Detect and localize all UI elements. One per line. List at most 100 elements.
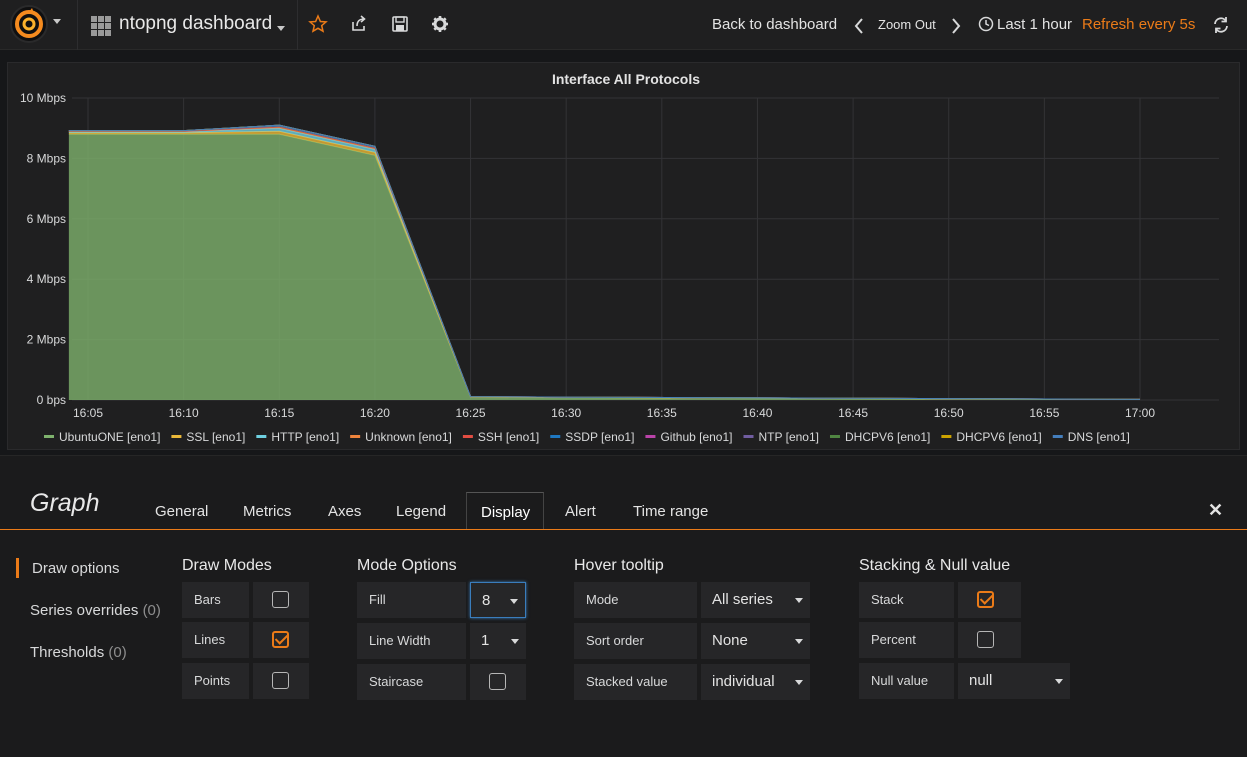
caret-down-icon — [510, 599, 518, 604]
sort-order-select[interactable]: None — [701, 623, 810, 659]
grafana-logo-button[interactable] — [10, 5, 48, 43]
save-icon[interactable] — [390, 14, 410, 34]
tooltip-mode-value: All series — [712, 591, 773, 608]
side-item-draw-options[interactable]: Draw options — [32, 560, 120, 577]
legend: UbuntuONE [eno1] SSL [eno1] HTTP [eno1] Unk… — [44, 430, 1130, 444]
checkbox-checked-icon — [272, 631, 289, 648]
x-tick-label: 16:10 — [169, 406, 199, 420]
legend-label: HTTP [eno1] — [271, 430, 339, 444]
close-editor-icon[interactable]: ✕ — [1208, 500, 1223, 521]
refresh-interval[interactable]: Refresh every 5s — [1082, 16, 1195, 33]
legend-label: DHCPV6 [eno1] — [845, 430, 930, 444]
lines-checkbox[interactable] — [253, 622, 309, 658]
top-navbar: ntopng dashboard Back to dashboard Zoom … — [0, 0, 1247, 50]
legend-label: SSH [eno1] — [478, 430, 539, 444]
star-icon[interactable] — [308, 14, 328, 34]
legend-label: SSDP [eno1] — [565, 430, 634, 444]
tab-axes[interactable]: Axes — [314, 492, 375, 530]
side-item-series-overrides[interactable]: Series overrides (0) — [30, 602, 161, 619]
logo-caret-icon[interactable] — [53, 19, 61, 24]
bars-checkbox[interactable] — [253, 582, 309, 618]
points-checkbox[interactable] — [253, 663, 309, 699]
nav-separator — [297, 0, 298, 50]
caret-down-icon — [795, 680, 803, 685]
percent-checkbox[interactable] — [958, 622, 1021, 658]
gear-icon[interactable] — [430, 14, 450, 34]
tab-legend[interactable]: Legend — [382, 492, 460, 530]
tab-time-range[interactable]: Time range — [619, 492, 722, 530]
clock-icon — [978, 16, 994, 32]
line-width-label: Line Width — [357, 623, 466, 659]
caret-down-icon — [511, 639, 519, 644]
tab-display[interactable]: Display — [466, 492, 544, 530]
chevron-right-icon[interactable] — [945, 16, 965, 36]
legend-swatch — [462, 435, 473, 438]
panel-title[interactable]: Interface All Protocols — [552, 71, 700, 87]
stack-label: Stack — [859, 582, 954, 618]
grafana-logo-icon — [15, 8, 43, 38]
caret-down-icon — [795, 598, 803, 603]
side-item-thresholds[interactable]: Thresholds (0) — [30, 644, 127, 661]
stack-checkbox[interactable] — [958, 582, 1021, 618]
chevron-left-icon[interactable] — [850, 16, 870, 36]
time-range-picker[interactable]: Last 1 hour — [997, 16, 1072, 33]
fill-select[interactable]: 8 — [470, 582, 526, 618]
x-tick-label: 16:20 — [360, 406, 390, 420]
tooltip-mode-select[interactable]: All series — [701, 582, 810, 618]
null-value-select[interactable]: null — [958, 663, 1070, 699]
points-label: Points — [182, 663, 249, 699]
checkbox-icon — [977, 631, 994, 648]
checkbox-icon — [272, 591, 289, 608]
legend-swatch — [171, 435, 182, 438]
graph-panel[interactable]: Interface All Protocols 0 bps 2 Mbps 4 Mbp… — [7, 62, 1240, 450]
legend-label: SSL [eno1] — [186, 430, 245, 444]
mode-options-title: Mode Options — [357, 557, 457, 574]
side-item-label: Thresholds — [30, 644, 105, 661]
legend-label: Github [eno1] — [660, 430, 732, 444]
back-to-dashboard-link[interactable]: Back to dashboard — [712, 16, 837, 33]
legend-label: DHCPV6 [eno1] — [956, 430, 1041, 444]
hover-tooltip-title: Hover tooltip — [574, 557, 664, 574]
x-tick-label: 16:55 — [1029, 406, 1059, 420]
legend-swatch — [44, 435, 54, 438]
x-tick-label: 16:45 — [838, 406, 868, 420]
legend-swatch — [743, 435, 754, 438]
legend-label: UbuntuONE [eno1] — [59, 430, 160, 444]
lines-label: Lines — [182, 622, 249, 658]
staircase-label: Staircase — [357, 664, 466, 700]
legend-label: DNS [eno1] — [1068, 430, 1130, 444]
line-width-value: 1 — [481, 632, 490, 649]
tab-general[interactable]: General — [141, 492, 222, 530]
side-item-label: Draw options — [32, 560, 120, 577]
checkbox-icon — [489, 673, 506, 690]
percent-label: Percent — [859, 622, 954, 658]
checkbox-checked-icon — [977, 591, 994, 608]
share-icon[interactable] — [349, 14, 369, 34]
series-area — [68, 134, 1141, 400]
legend-label: Unknown [eno1] — [365, 430, 452, 444]
staircase-checkbox[interactable] — [470, 664, 526, 700]
legend-swatch — [256, 435, 267, 438]
zoom-out-button[interactable]: Zoom Out — [878, 17, 936, 32]
x-tick-label: 16:50 — [934, 406, 964, 420]
draw-modes-title: Draw Modes — [182, 557, 272, 574]
line-width-select[interactable]: 1 — [470, 623, 526, 659]
chart-area[interactable]: Interface All Protocols 0 bps 2 Mbps 4 Mbp… — [8, 63, 1241, 451]
side-item-count: (0) — [142, 602, 161, 619]
dashboard-caret-icon[interactable] — [277, 26, 285, 31]
dashboard-title[interactable]: ntopng dashboard — [119, 13, 272, 35]
checkbox-icon — [272, 672, 289, 689]
tab-alert[interactable]: Alert — [551, 492, 610, 530]
x-tick-label: 16:05 — [73, 406, 103, 420]
x-tick-label: 16:30 — [551, 406, 581, 420]
bars-label: Bars — [182, 582, 249, 618]
sort-order-label: Sort order — [574, 623, 697, 659]
tab-metrics[interactable]: Metrics — [229, 492, 305, 530]
stacked-value-select[interactable]: individual — [701, 664, 810, 700]
legend-swatch — [550, 435, 561, 438]
tabs-underline — [0, 529, 1247, 530]
refresh-icon[interactable] — [1212, 16, 1230, 34]
y-tick-label: 2 Mbps — [27, 333, 66, 347]
y-tick-label: 0 bps — [37, 393, 66, 407]
side-item-count: (0) — [108, 644, 127, 661]
